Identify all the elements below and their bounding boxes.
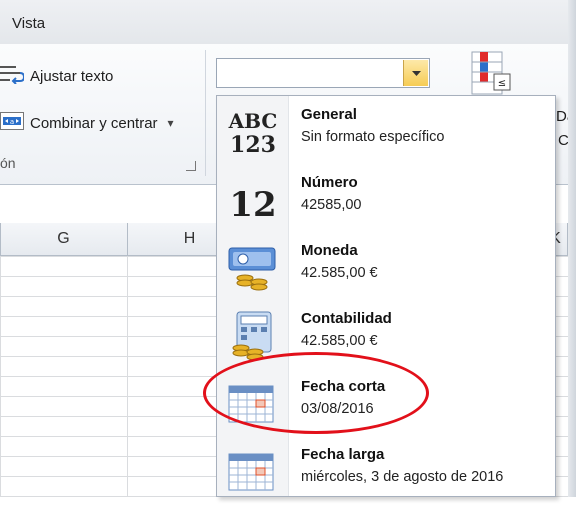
accounting-icon <box>227 310 279 361</box>
alignment-group-label: ón <box>0 155 16 171</box>
tab-vista[interactable]: Vista <box>12 15 45 32</box>
number-12-icon: 12 <box>227 174 279 225</box>
format-option-number[interactable]: 12 Número 42585,00 <box>217 166 555 234</box>
option-example: miércoles, 3 de agosto de 2016 <box>301 469 504 485</box>
option-title: Fecha larga <box>301 446 385 463</box>
number-format-select[interactable] <box>216 58 430 88</box>
option-title: General <box>301 106 357 123</box>
option-example: 42585,00 <box>301 197 362 213</box>
option-title: Contabilidad <box>301 310 392 327</box>
option-title: Número <box>301 174 358 191</box>
wrap-text-icon <box>0 64 26 88</box>
column-header-g[interactable]: G <box>0 223 128 255</box>
group-separator <box>205 50 206 176</box>
number-format-dropdown-button[interactable] <box>403 60 428 86</box>
window-edge <box>568 0 576 497</box>
chevron-down-icon <box>411 64 421 82</box>
option-title: Moneda <box>301 242 358 259</box>
long-date-calendar-icon <box>227 446 279 496</box>
merge-center-label: Combinar y centrar <box>30 114 158 132</box>
format-option-general[interactable]: ABC 123 General Sin formato específico <box>217 98 555 166</box>
general-abc123-icon: ABC 123 <box>227 106 279 158</box>
currency-icon <box>227 242 279 292</box>
wrap-text-button[interactable]: Ajustar texto <box>0 64 113 88</box>
merge-center-icon: a <box>0 112 24 134</box>
option-example: 42.585,00 € <box>301 333 378 349</box>
grid-line <box>127 256 128 497</box>
wrap-text-label: Ajustar texto <box>30 67 114 85</box>
format-option-long-date[interactable]: Fecha larga miércoles, 3 de agosto de 20… <box>217 438 555 506</box>
svg-text:a: a <box>10 118 14 126</box>
option-example: 42.585,00 € <box>301 265 378 281</box>
group-dialog-launcher-icon[interactable] <box>186 161 196 171</box>
svg-text:≤: ≤ <box>498 78 506 89</box>
svg-text:123: 123 <box>230 132 276 156</box>
highlight-ellipse <box>203 352 429 434</box>
number-format-gallery: ABC 123 General Sin formato específico 1… <box>216 95 556 497</box>
svg-text:ABC: ABC <box>228 109 278 133</box>
option-example: Sin formato específico <box>301 129 445 145</box>
merge-center-button[interactable]: a Combinar y centrar ▾ <box>0 112 174 134</box>
ribbon-tab-bar: Vista <box>0 0 576 45</box>
format-option-currency[interactable]: Moneda 42.585,00 € <box>217 234 555 302</box>
svg-text:12: 12 <box>229 185 276 224</box>
merge-center-dropdown-arrow[interactable]: ▾ <box>168 116 174 130</box>
